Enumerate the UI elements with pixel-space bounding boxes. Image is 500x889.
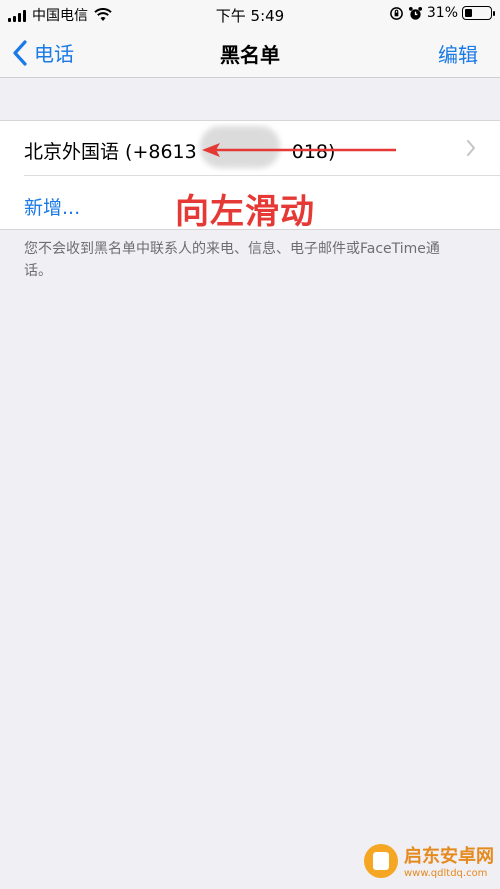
battery-icon (462, 6, 495, 20)
chevron-right-icon (467, 140, 475, 156)
watermark-name: 启东安卓网 (404, 846, 494, 867)
watermark-logo-icon (364, 843, 398, 878)
add-new-label: 新增... (24, 197, 81, 219)
alarm-icon (408, 6, 422, 20)
rotation-lock-icon (390, 6, 403, 20)
edit-button[interactable]: 编辑 (438, 39, 478, 68)
nav-bar: 电话 黑名单 编辑 (0, 28, 500, 78)
battery-fill (465, 9, 472, 17)
swipe-arrow-icon (202, 143, 396, 157)
status-right: 31% (389, 5, 495, 21)
status-bar: 中国电信 下午 5:49 31% (0, 0, 500, 28)
swipe-hint-label: 向左滑动 (175, 192, 315, 232)
battery-percent: 31% (426, 5, 458, 21)
watermark-url: www.qdltdq.com (404, 868, 488, 879)
site-watermark: 启东安卓网 www.qdltdq.com (364, 842, 494, 879)
blocklist-footer-note: 您不会收到黑名单中联系人的来电、信息、电子邮件或FaceTime通话。 (24, 241, 440, 279)
page-title: 黑名单 (220, 43, 280, 67)
